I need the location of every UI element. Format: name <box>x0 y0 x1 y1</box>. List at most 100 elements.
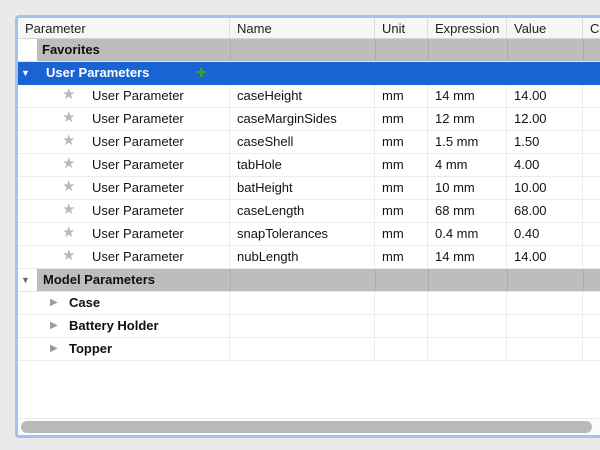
cell-expression[interactable]: 0.4 mm <box>428 223 507 245</box>
cell-name[interactable]: nubLength <box>230 246 375 268</box>
subgroup-row-case[interactable]: ▶Case <box>18 292 600 315</box>
cell-expression[interactable]: 12 mm <box>428 108 507 130</box>
cell-comments[interactable] <box>583 246 600 268</box>
parameter-type-label: User Parameter <box>92 223 184 245</box>
cell-parameter-type[interactable]: ★ User Parameter <box>18 246 230 268</box>
favorite-star-icon[interactable]: ★ <box>62 223 75 244</box>
group-row-user-parameters[interactable]: ▼User Parameters✚ <box>18 62 600 85</box>
triangle-right-icon-topper[interactable]: ▶ <box>50 338 58 360</box>
cell-expression[interactable]: 4 mm <box>428 154 507 176</box>
column-separator <box>375 269 376 291</box>
param-row-tabhole[interactable]: ★User ParametertabHolemm4 mm4.00 <box>18 154 600 177</box>
horizontal-scrollbar[interactable] <box>18 418 600 435</box>
param-row-caseheight[interactable]: ★User ParametercaseHeightmm14 mm14.00 <box>18 85 600 108</box>
cell-unit[interactable]: mm <box>375 223 428 245</box>
add-parameter-button[interactable]: ✚ <box>196 62 207 84</box>
cell-unit[interactable]: mm <box>375 200 428 222</box>
cell-comments[interactable] <box>583 131 600 153</box>
cell-unit[interactable]: mm <box>375 246 428 268</box>
cell-value[interactable]: 68.00 <box>507 200 583 222</box>
triangle-right-icon-case[interactable]: ▶ <box>50 292 58 314</box>
cell-comments[interactable] <box>583 108 600 130</box>
column-header-parameter[interactable]: Parameter <box>18 18 230 38</box>
column-header-name[interactable]: Name <box>230 18 375 38</box>
cell-comments[interactable] <box>583 200 600 222</box>
subgroup-row-topper[interactable]: ▶ Topper <box>18 338 600 361</box>
param-row-batheight[interactable]: ★User ParameterbatHeightmm10 mm10.00 <box>18 177 600 200</box>
subgroup-label: Topper <box>69 338 112 360</box>
favorite-star-icon[interactable]: ★ <box>62 246 75 267</box>
cell-parameter-type[interactable]: ★User Parameter <box>18 85 230 107</box>
cell-name[interactable]: snapTolerances <box>230 223 375 245</box>
cell-parameter-type[interactable]: ★User Parameter <box>18 108 230 130</box>
table-rows: Favorites▼User Parameters✚★User Paramete… <box>18 39 600 361</box>
param-row-snaptolerances[interactable]: ★ User Parameter snapTolerancesmm0.4 mm0.4… <box>18 223 600 246</box>
cell-value[interactable]: 1.50 <box>507 131 583 153</box>
favorite-star-icon[interactable]: ★ <box>62 177 75 198</box>
cell-unit[interactable]: mm <box>375 177 428 199</box>
cell-comments[interactable] <box>583 177 600 199</box>
favorite-star-icon[interactable]: ★ <box>62 154 75 175</box>
cell-name[interactable]: caseMarginSides <box>230 108 375 130</box>
cell-unit[interactable]: mm <box>375 85 428 107</box>
cell-expression[interactable]: 14 mm <box>428 85 507 107</box>
cell-expression[interactable]: 14 mm <box>428 246 507 268</box>
cell-expression[interactable]: 68 mm <box>428 200 507 222</box>
column-header-expression[interactable]: Expression <box>428 18 507 38</box>
triangle-down-icon-model-parameters[interactable]: ▼ <box>21 269 30 291</box>
cell-expression[interactable]: 1.5 mm <box>428 131 507 153</box>
cell-parameter-type[interactable]: ★User Parameter <box>18 177 230 199</box>
group-label: Favorites <box>42 39 100 61</box>
cell-value[interactable]: 12.00 <box>507 108 583 130</box>
cell-name[interactable]: tabHole <box>230 154 375 176</box>
cell-unit[interactable]: mm <box>375 131 428 153</box>
cell-comments[interactable] <box>583 154 600 176</box>
parameters-table: Parameter Name Unit ExpressionValue C Favori… <box>15 15 600 438</box>
cell-name[interactable]: caseLength <box>230 200 375 222</box>
cell-value[interactable]: 4.00 <box>507 154 583 176</box>
cell-name[interactable]: batHeight <box>230 177 375 199</box>
favorite-star-icon[interactable]: ★ <box>62 131 75 152</box>
group-row-model-parameters[interactable]: ▼Model Parameters <box>18 269 600 292</box>
cell-comments[interactable] <box>583 223 600 245</box>
column-separator <box>428 39 429 61</box>
cell-name[interactable]: caseShell <box>230 131 375 153</box>
parameter-type-label: User Parameter <box>92 246 184 268</box>
favorite-star-icon[interactable]: ★ <box>62 200 75 221</box>
param-row-casemarginsides[interactable]: ★User ParametercaseMarginSidesmm12 mm12.… <box>18 108 600 131</box>
cell-value[interactable]: 14.00 <box>507 85 583 107</box>
cell-value[interactable]: 14.00 <box>507 246 583 268</box>
param-row-nublength[interactable]: ★ User Parameter nubLengthmm14 mm14.00 <box>18 246 600 269</box>
cell-expression[interactable]: 10 mm <box>428 177 507 199</box>
table-empty-area <box>18 361 600 418</box>
subgroup-row-battery-holder[interactable]: ▶Battery Holder <box>18 315 600 338</box>
cell-comments[interactable] <box>583 85 600 107</box>
column-header-unit[interactable]: Unit <box>375 18 428 38</box>
favorite-star-icon[interactable]: ★ <box>62 85 75 106</box>
cell-parameter-type[interactable]: ★User Parameter <box>18 200 230 222</box>
column-separator <box>230 269 231 291</box>
column-header-label: C <box>590 21 599 36</box>
cell-name[interactable]: caseHeight <box>230 85 375 107</box>
column-header-c[interactable]: C <box>583 18 600 38</box>
cell-value[interactable]: 0.40 <box>507 223 583 245</box>
cell-parameter-type[interactable]: ★ User Parameter <box>18 223 230 245</box>
column-separator <box>507 269 508 291</box>
triangle-down-icon-user-parameters[interactable]: ▼ <box>21 62 30 84</box>
triangle-right-icon-battery-holder[interactable]: ▶ <box>50 315 58 337</box>
favorite-star-icon[interactable]: ★ <box>62 108 75 129</box>
param-row-caseshell[interactable]: ★User ParametercaseShellmm1.5 mm1.50 <box>18 131 600 154</box>
horizontal-scrollbar-thumb[interactable] <box>21 421 592 433</box>
column-header-label: Parameter <box>25 21 86 36</box>
column-header-value[interactable]: Value <box>507 18 583 38</box>
cell-parameter-type[interactable]: ★User Parameter <box>18 154 230 176</box>
cell-unit[interactable]: mm <box>375 108 428 130</box>
cell-value[interactable]: 10.00 <box>507 177 583 199</box>
column-header-label: Unit <box>382 21 405 36</box>
cell-unit[interactable]: mm <box>375 154 428 176</box>
group-row-favorites[interactable]: Favorites <box>18 39 600 62</box>
column-separator <box>583 39 584 61</box>
cell-parameter-type[interactable]: ★User Parameter <box>18 131 230 153</box>
param-row-caselength[interactable]: ★User ParametercaseLengthmm68 mm68.00 <box>18 200 600 223</box>
group-band <box>37 39 600 61</box>
